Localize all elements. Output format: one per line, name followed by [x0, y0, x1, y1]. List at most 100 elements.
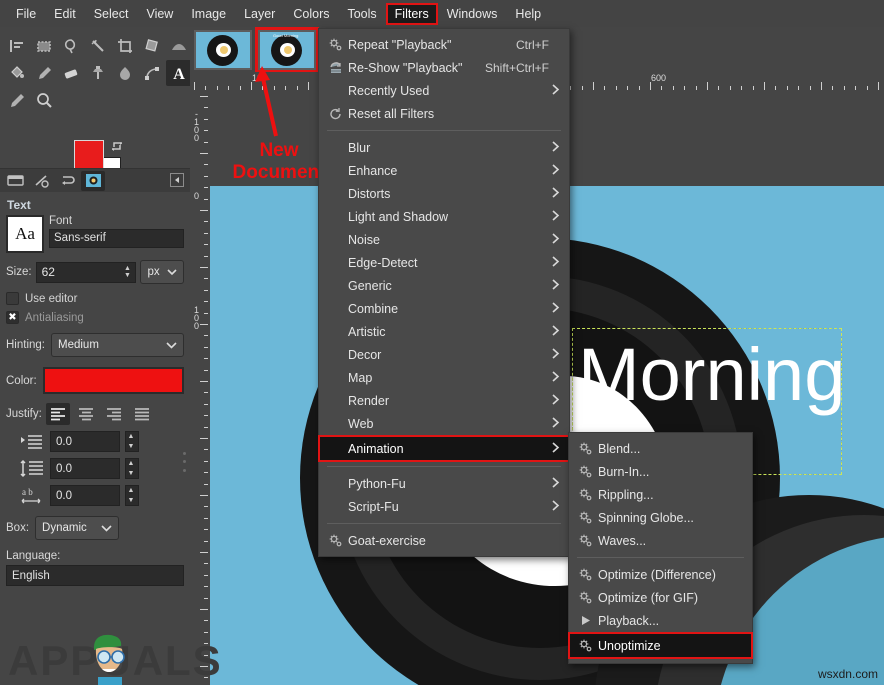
spin-up-icon[interactable]: ▲ [122, 265, 133, 272]
menu-windows[interactable]: Windows [438, 3, 507, 25]
menu-file[interactable]: File [7, 3, 45, 25]
antialiasing-row[interactable]: ✖ Antialiasing [6, 311, 184, 324]
dock-tab-image[interactable] [81, 171, 105, 191]
filters-menu-web[interactable]: Web [319, 412, 569, 435]
menu-view[interactable]: View [137, 3, 182, 25]
filters-menu-combine[interactable]: Combine [319, 297, 569, 320]
justify-left-button[interactable] [46, 403, 70, 425]
language-input[interactable]: English [6, 565, 184, 586]
filters-menu-python-fu[interactable]: Python-Fu [319, 472, 569, 495]
font-preview[interactable]: Aa [6, 215, 44, 253]
spin-up-icon[interactable]: ▲ [126, 460, 136, 467]
use-editor-row[interactable]: Use editor [6, 292, 184, 305]
dock-tab-tool-options[interactable] [3, 171, 27, 191]
spin-up-icon[interactable]: ▲ [126, 487, 136, 494]
size-unit-select[interactable]: px [140, 260, 184, 284]
transform-tool[interactable] [139, 33, 165, 59]
font-input[interactable]: Sans-serif [49, 229, 184, 248]
box-select[interactable]: Dynamic [35, 516, 119, 540]
filters-menu-decor[interactable]: Decor [319, 343, 569, 366]
filters-menu-blur[interactable]: Blur [319, 136, 569, 159]
clone-tool[interactable] [85, 60, 111, 86]
animation-menu-optimize-difference[interactable]: Optimize (Difference) [569, 563, 752, 586]
filters-menu-light-and-shadow[interactable]: Light and Shadow [319, 205, 569, 228]
spin-down-icon[interactable]: ▼ [126, 497, 136, 504]
foreground-color-swatch[interactable] [74, 140, 104, 170]
filters-menu-script-fu[interactable]: Script-Fu [319, 495, 569, 518]
animation-menu-rippling[interactable]: Rippling... [569, 483, 752, 506]
menu-layer[interactable]: Layer [235, 3, 284, 25]
animation-menu-unoptimize[interactable]: Unoptimize [569, 633, 752, 658]
image-thumb-2[interactable]: Good Morning [258, 30, 316, 70]
line-spacing-spin-buttons[interactable]: ▲ ▼ [125, 458, 139, 479]
filters-menu-enhance[interactable]: Enhance [319, 159, 569, 182]
filters-menu-edge-detect[interactable]: Edge-Detect [319, 251, 569, 274]
indent-value[interactable]: 0.0 [51, 436, 119, 448]
animation-menu-playback[interactable]: Playback... [569, 609, 752, 632]
animation-submenu[interactable]: Blend...Burn-In...Rippling...Spinning Gl… [568, 432, 753, 664]
menu-filters[interactable]: Filters [386, 3, 438, 25]
justify-fill-button[interactable] [130, 403, 154, 425]
indent-spin-buttons[interactable]: ▲ ▼ [125, 431, 139, 452]
filters-menu-recently-used[interactable]: Recently Used [319, 79, 569, 102]
rectangle-select-tool[interactable] [31, 33, 57, 59]
animation-menu-waves[interactable]: Waves... [569, 529, 752, 552]
size-value[interactable]: 62 [37, 265, 122, 279]
menu-tools[interactable]: Tools [338, 3, 385, 25]
bucket-fill-tool[interactable] [4, 60, 30, 86]
letter-spacing-value[interactable]: 0.0 [51, 490, 119, 502]
menu-select[interactable]: Select [85, 3, 138, 25]
fuzzy-select-tool[interactable] [85, 33, 111, 59]
text-color-button[interactable] [43, 367, 184, 394]
menu-help[interactable]: Help [506, 3, 550, 25]
crop-tool[interactable] [112, 33, 138, 59]
animation-menu-burn-in[interactable]: Burn-In... [569, 460, 752, 483]
image-thumb-1[interactable] [194, 30, 252, 70]
line-spacing-field[interactable]: 0.0 [50, 458, 120, 479]
canvas-text-layer[interactable]: Morning [578, 333, 845, 417]
menu-image[interactable]: Image [182, 3, 235, 25]
animation-menu-blend[interactable]: Blend... [569, 437, 752, 460]
spin-down-icon[interactable]: ▼ [122, 272, 133, 279]
spin-down-icon[interactable]: ▼ [126, 443, 136, 450]
filters-menu-goat-exercise[interactable]: Goat-exercise [319, 529, 569, 552]
animation-menu-optimize-for-gif[interactable]: Optimize (for GIF) [569, 586, 752, 609]
filters-menu-map[interactable]: Map [319, 366, 569, 389]
line-spacing-value[interactable]: 0.0 [51, 463, 119, 475]
path-tool[interactable] [139, 60, 165, 86]
size-stepper[interactable]: 62 ▲ ▼ [36, 262, 136, 283]
swap-colors-icon[interactable] [109, 138, 125, 159]
antialiasing-checkbox[interactable]: ✖ [6, 311, 19, 324]
vertical-ruler[interactable]: -1000100 [190, 92, 210, 685]
filters-menu-noise[interactable]: Noise [319, 228, 569, 251]
justify-right-button[interactable] [102, 403, 126, 425]
dock-resize-grip[interactable] [183, 449, 188, 475]
dock-menu-button[interactable] [170, 173, 184, 192]
measure-tool[interactable] [4, 87, 30, 113]
filters-menu-reset-all-filters[interactable]: Reset all Filters [319, 102, 569, 125]
animation-menu-spinning-globe[interactable]: Spinning Globe... [569, 506, 752, 529]
spin-down-icon[interactable]: ▼ [126, 470, 136, 477]
letter-spacing-spin-buttons[interactable]: ▲ ▼ [125, 485, 139, 506]
zoom-tool[interactable] [31, 87, 57, 113]
filters-menu-distorts[interactable]: Distorts [319, 182, 569, 205]
dock-tab-paths[interactable] [55, 171, 79, 191]
filters-menu-artistic[interactable]: Artistic [319, 320, 569, 343]
menu-colors[interactable]: Colors [284, 3, 338, 25]
text-tool[interactable]: A [166, 60, 192, 86]
filters-menu-render[interactable]: Render [319, 389, 569, 412]
menu-edit[interactable]: Edit [45, 3, 85, 25]
indent-field[interactable]: 0.0 [50, 431, 120, 452]
filters-menu-re-show-playback[interactable]: Re-Show "Playback"Shift+Ctrl+F [319, 56, 569, 79]
dock-tab-undo-history[interactable] [29, 171, 53, 191]
eraser-tool[interactable] [58, 60, 84, 86]
smudge-tool[interactable] [112, 60, 138, 86]
filters-menu-repeat-playback[interactable]: Repeat "Playback"Ctrl+F [319, 33, 569, 56]
filters-dropdown-menu[interactable]: Repeat "Playback"Ctrl+FRe-Show "Playback… [318, 28, 570, 557]
free-select-tool[interactable] [58, 33, 84, 59]
size-spin-buttons[interactable]: ▲ ▼ [122, 265, 135, 279]
alignment-tool[interactable] [4, 33, 30, 59]
spin-up-icon[interactable]: ▲ [126, 433, 136, 440]
hinting-select[interactable]: Medium [51, 333, 184, 357]
use-editor-checkbox[interactable] [6, 292, 19, 305]
